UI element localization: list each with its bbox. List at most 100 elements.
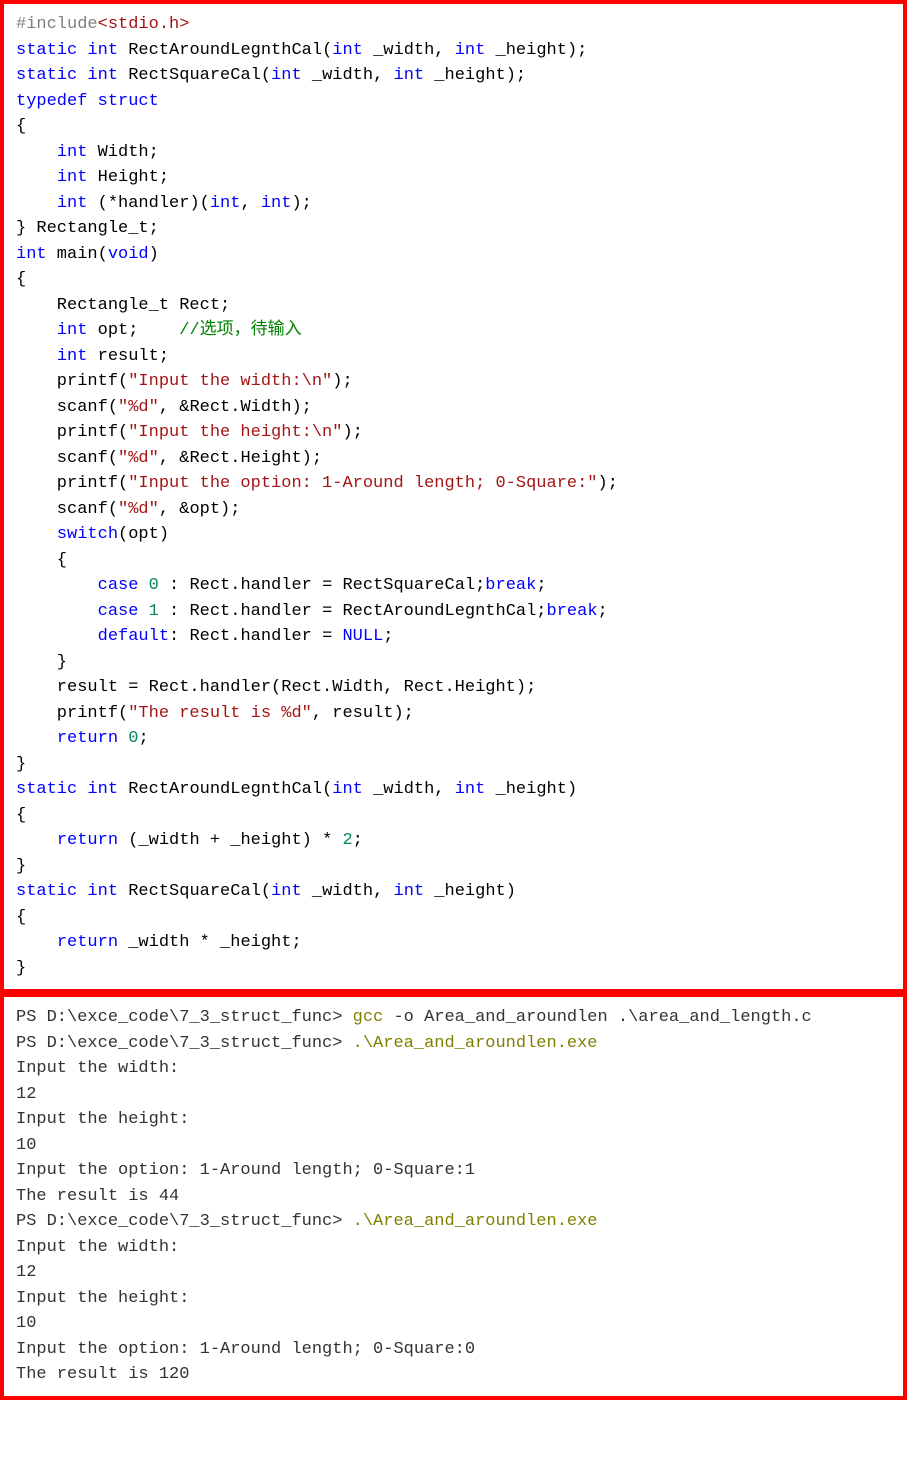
code-text: RectAroundLegnthCal( bbox=[118, 41, 332, 60]
type: int bbox=[57, 194, 88, 213]
terminal-prompt: PS D:\exce_code\7_3_struct_func> bbox=[16, 1212, 353, 1231]
code-text: Rectangle_t Rect; bbox=[16, 296, 230, 315]
terminal-output: The result is 120 bbox=[16, 1365, 189, 1384]
code-text: scanf( bbox=[16, 500, 118, 519]
string: "%d" bbox=[118, 398, 159, 417]
type: int bbox=[271, 66, 302, 85]
keyword: switch bbox=[57, 525, 118, 544]
terminal-command: .\Area_and_aroundlen.exe bbox=[353, 1212, 598, 1231]
code-text: ; bbox=[598, 602, 608, 621]
code-text: } bbox=[16, 959, 26, 978]
terminal-output: Input the option: 1-Around length; 0-Squ… bbox=[16, 1340, 475, 1359]
type: int bbox=[394, 66, 425, 85]
keyword: return bbox=[57, 831, 118, 850]
keyword: void bbox=[108, 245, 149, 264]
code-text: printf( bbox=[16, 474, 128, 493]
string: "Input the height:\n" bbox=[128, 423, 342, 442]
code-text: , bbox=[240, 194, 260, 213]
type: int bbox=[57, 143, 88, 162]
code-text: Height; bbox=[87, 168, 169, 187]
code-text: (*handler)( bbox=[87, 194, 209, 213]
keyword: case bbox=[98, 576, 139, 595]
type: int bbox=[455, 780, 486, 799]
code-text: scanf( bbox=[16, 398, 118, 417]
number: 0 bbox=[128, 729, 138, 748]
type: int bbox=[332, 41, 363, 60]
code-text: ; bbox=[536, 576, 546, 595]
type: int bbox=[87, 41, 118, 60]
code-text: ) bbox=[149, 245, 159, 264]
terminal-output: 10 bbox=[16, 1136, 36, 1155]
string: "Input the option: 1-Around length; 0-Sq… bbox=[128, 474, 597, 493]
code-text: printf( bbox=[16, 423, 128, 442]
code-text: , &opt); bbox=[159, 500, 241, 519]
code-text: result; bbox=[87, 347, 169, 366]
code-text: { bbox=[16, 551, 67, 570]
include-path: <stdio.h> bbox=[98, 15, 190, 34]
type: int bbox=[332, 780, 363, 799]
code-text: { bbox=[16, 806, 26, 825]
number: 2 bbox=[342, 831, 352, 850]
code-text: _width, bbox=[302, 66, 394, 85]
keyword: default bbox=[98, 627, 169, 646]
code-editor-panel: #include<stdio.h> static int RectAroundL… bbox=[0, 0, 907, 993]
keyword: static bbox=[16, 41, 77, 60]
terminal-prompt: PS D:\exce_code\7_3_struct_func> bbox=[16, 1034, 353, 1053]
code-text: Width; bbox=[87, 143, 158, 162]
code-text: _height); bbox=[485, 41, 587, 60]
keyword: static bbox=[16, 66, 77, 85]
terminal-output: Input the option: 1-Around length; 0-Squ… bbox=[16, 1161, 475, 1180]
keyword: return bbox=[57, 729, 118, 748]
code-text: _width, bbox=[302, 882, 394, 901]
code-text: _height); bbox=[424, 66, 526, 85]
code-text: ); bbox=[598, 474, 618, 493]
code-text: RectSquareCal( bbox=[118, 882, 271, 901]
terminal-panel: PS D:\exce_code\7_3_struct_func> gcc -o … bbox=[0, 993, 907, 1400]
terminal-prompt: PS D:\exce_code\7_3_struct_func> bbox=[16, 1008, 353, 1027]
code-text: (_width + _height) * bbox=[118, 831, 342, 850]
code-text: { bbox=[16, 908, 26, 927]
code-text: ; bbox=[353, 831, 363, 850]
terminal-output: Input the height: bbox=[16, 1110, 189, 1129]
code-text: , &Rect.Width); bbox=[159, 398, 312, 417]
terminal-command: gcc bbox=[353, 1008, 384, 1027]
keyword: static bbox=[16, 780, 77, 799]
terminal-output: 12 bbox=[16, 1263, 36, 1282]
code-text: } bbox=[16, 653, 67, 672]
type: int bbox=[87, 882, 118, 901]
type: int bbox=[394, 882, 425, 901]
keyword: return bbox=[57, 933, 118, 952]
code-text: } Rectangle_t; bbox=[16, 219, 159, 238]
code-text: _height) bbox=[424, 882, 516, 901]
code-text: ; bbox=[383, 627, 393, 646]
type: int bbox=[87, 66, 118, 85]
macro: NULL bbox=[342, 627, 383, 646]
code-text: _width, bbox=[363, 41, 455, 60]
string: "%d" bbox=[118, 449, 159, 468]
terminal-output: Input the width: bbox=[16, 1059, 179, 1078]
type: int bbox=[455, 41, 486, 60]
keyword: static bbox=[16, 882, 77, 901]
keyword: struct bbox=[98, 92, 159, 111]
code-text: RectAroundLegnthCal( bbox=[118, 780, 332, 799]
keyword: break bbox=[547, 602, 598, 621]
code-text: ); bbox=[332, 372, 352, 391]
keyword: break bbox=[485, 576, 536, 595]
code-text: printf( bbox=[16, 372, 128, 391]
code-text: ; bbox=[138, 729, 148, 748]
comment: //选项，待输入 bbox=[179, 321, 301, 340]
type: int bbox=[57, 347, 88, 366]
number: 0 bbox=[149, 576, 159, 595]
code-text: , &Rect.Height); bbox=[159, 449, 322, 468]
type: int bbox=[57, 321, 88, 340]
code-text: } bbox=[16, 857, 26, 876]
string: "The result is %d" bbox=[128, 704, 312, 723]
code-text: scanf( bbox=[16, 449, 118, 468]
code-text: ); bbox=[342, 423, 362, 442]
code-text: (opt) bbox=[118, 525, 169, 544]
string: "%d" bbox=[118, 500, 159, 519]
code-text: ); bbox=[291, 194, 311, 213]
code-text: { bbox=[16, 270, 26, 289]
string: "Input the width:\n" bbox=[128, 372, 332, 391]
terminal-output: Input the width: bbox=[16, 1238, 179, 1257]
